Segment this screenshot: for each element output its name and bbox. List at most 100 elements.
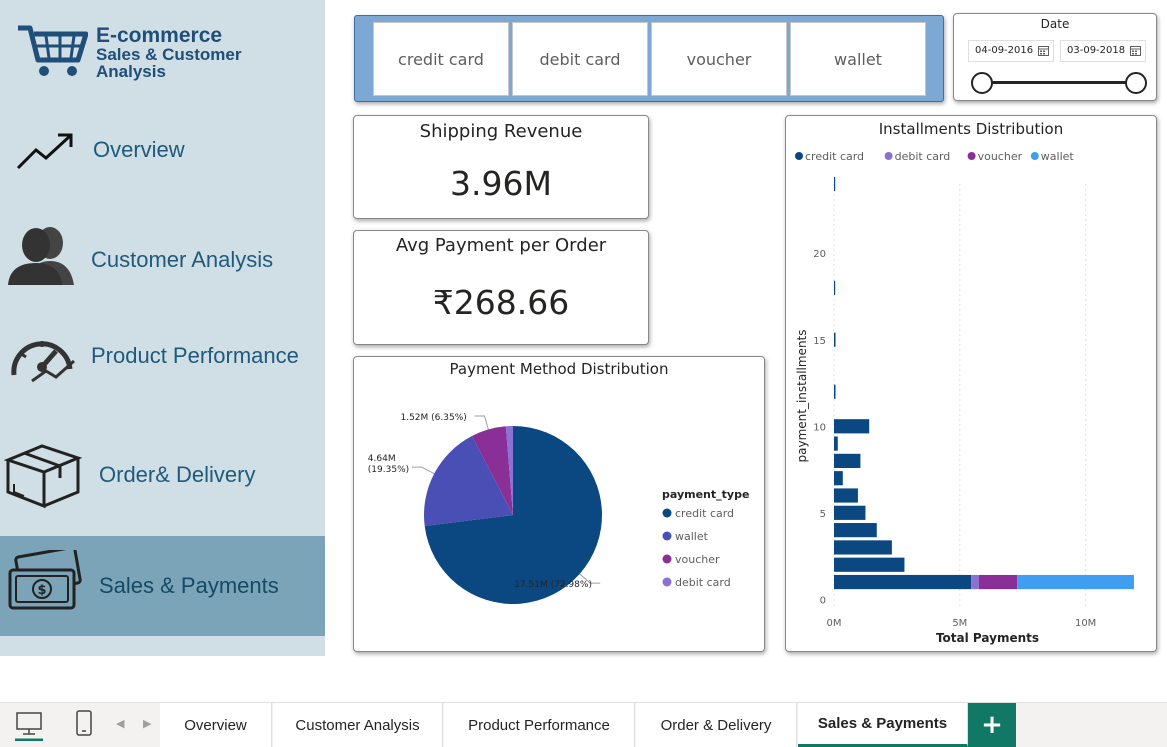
nav-label-sales-payments: Sales & Payments: [99, 573, 279, 598]
bar-credit-card-10[interactable]: [834, 419, 870, 434]
x-tick-label: 0M: [827, 618, 842, 629]
legend-marker-voucher[interactable]: [967, 152, 976, 160]
pie-data-label: 1.52M (6.35%): [400, 413, 466, 423]
legend-marker-credit-card[interactable]: [795, 152, 803, 160]
package-box-icon: [4, 444, 82, 509]
logo-subtitle-2: Analysis: [96, 62, 166, 81]
installments-bar-chart: credit card debit card voucher wallet 0M 5M 10…: [795, 150, 1134, 645]
kpi-value: ₹268.66: [432, 283, 570, 322]
x-tick-label: 10M: [1075, 618, 1096, 629]
bar-credit-card-2[interactable]: [834, 557, 905, 572]
payment-method-pie-card: Payment Method Distribution 17.51M (72.9…: [353, 356, 765, 652]
calendar-icon[interactable]: [1038, 45, 1049, 56]
legend-marker-debit-card[interactable]: [662, 577, 672, 587]
money-icon: $: [8, 550, 82, 610]
start-date-input[interactable]: 04-09-2016: [968, 40, 1054, 62]
slicer-option-debit-card[interactable]: debit card: [512, 22, 648, 96]
scroll-left-icon[interactable]: ◀: [116, 717, 124, 730]
app-logo: E-commerce Sales & Customer Analysis: [14, 18, 314, 88]
kpi-value: 3.96M: [450, 164, 552, 203]
legend-label: credit card: [675, 507, 734, 520]
date-range-slider-track[interactable]: [982, 81, 1136, 84]
bar-credit-card-5[interactable]: [834, 505, 866, 520]
tab-product-performance[interactable]: Product Performance: [444, 703, 635, 747]
logo-subtitle: Sales & Customer: [96, 45, 242, 64]
speedometer-icon: [11, 341, 75, 383]
tab-order-delivery[interactable]: Order & Delivery: [636, 703, 797, 747]
legend-label: debit card: [675, 576, 731, 589]
bar-credit-card-3[interactable]: [834, 540, 892, 555]
chart-title: Installments Distribution: [878, 120, 1064, 138]
bar-credit-card-1[interactable]: [834, 574, 972, 590]
nav-item-product-performance[interactable]: Product Performance: [0, 315, 325, 400]
nav-item-sales-payments[interactable]: $ Sales & Payments: [0, 536, 325, 636]
logo-title: E-commerce: [96, 24, 223, 47]
pie-label-leader: [474, 415, 489, 430]
desktop-view-icon[interactable]: [14, 709, 44, 741]
bar-credit-card-6[interactable]: [834, 488, 858, 503]
legend-title: payment_type: [662, 488, 749, 501]
scroll-right-icon[interactable]: ▶: [143, 717, 151, 730]
legend-label: credit card: [805, 150, 864, 163]
bar-credit-card-18[interactable]: [834, 280, 836, 295]
end-date-input[interactable]: 03-09-2018: [1060, 40, 1146, 62]
nav-label-product-performance: Product Performance: [91, 343, 299, 368]
nav-item-customer-analysis[interactable]: Customer Analysis: [0, 215, 325, 305]
legend-marker-debit-card[interactable]: [884, 152, 893, 160]
bar-voucher-1[interactable]: [978, 574, 1018, 590]
mobile-view-icon[interactable]: [74, 709, 94, 739]
bar-credit-card-24[interactable]: [834, 176, 836, 192]
bar-credit-card-9[interactable]: [834, 436, 838, 451]
legend-label: debit card: [895, 150, 951, 163]
start-date-value: 04-09-2016: [975, 45, 1034, 56]
date-filter: Date 04-09-2016 03-09-2018: [953, 13, 1157, 101]
slicer-option-credit-card[interactable]: credit card: [373, 22, 509, 96]
y-tick-label: 0: [820, 595, 826, 606]
pie-data-label: 17.51M (72.98%): [514, 580, 592, 590]
bar-credit-card-7[interactable]: [834, 471, 843, 486]
y-tick-label: 15: [813, 336, 826, 347]
tab-overview[interactable]: Overview: [160, 703, 272, 747]
nav-label-overview: Overview: [93, 137, 185, 162]
date-slider-end-handle[interactable]: [1125, 72, 1147, 94]
kpi-title: Shipping Revenue: [419, 121, 583, 142]
x-tick-label: 5M: [952, 618, 967, 629]
slicer-option-wallet[interactable]: wallet: [790, 22, 926, 96]
tab-sales-payments[interactable]: Sales & Payments: [798, 703, 968, 747]
shipping-revenue-card: Shipping Revenue 3.96M: [353, 115, 649, 219]
pie-data-label: (19.35%): [368, 465, 409, 475]
add-page-button[interactable]: +: [968, 703, 1016, 747]
legend-label: wallet: [675, 530, 709, 543]
legend-label: wallet: [1041, 150, 1075, 163]
bar-credit-card-8[interactable]: [834, 453, 861, 468]
pie-data-label: 4.64M: [368, 454, 396, 464]
payment-type-slicer: credit card debit card voucher wallet: [354, 15, 944, 102]
page-tab-bar: ◀ ▶ Overview Customer Analysis Product P…: [0, 702, 1167, 747]
x-axis-label: Total Payments: [936, 631, 1039, 645]
legend-label: voucher: [978, 150, 1023, 163]
legend-marker-voucher[interactable]: [662, 554, 672, 564]
bar-debit-card-1[interactable]: [971, 574, 979, 590]
tab-customer-analysis[interactable]: Customer Analysis: [273, 703, 443, 747]
legend-marker-wallet[interactable]: [662, 531, 672, 541]
slicer-option-voucher[interactable]: voucher: [651, 22, 787, 96]
end-date-value: 03-09-2018: [1067, 45, 1126, 56]
trend-arrow-icon: [16, 133, 73, 170]
y-tick-label: 5: [820, 509, 826, 520]
date-slider-start-handle[interactable]: [971, 72, 993, 94]
legend-marker-wallet[interactable]: [1030, 152, 1039, 160]
calendar-icon[interactable]: [1130, 45, 1141, 56]
bar-credit-card-15[interactable]: [834, 332, 836, 347]
y-tick-label: 20: [813, 249, 826, 260]
nav-label-customer-analysis: Customer Analysis: [91, 247, 274, 272]
pie-label-leader: [411, 466, 435, 475]
chart-title: Payment Method Distribution: [449, 360, 669, 378]
nav-item-overview[interactable]: Overview: [0, 112, 325, 192]
nav-item-order-delivery[interactable]: Order& Delivery: [0, 430, 325, 520]
bar-credit-card-4[interactable]: [834, 523, 877, 538]
bar-wallet-1[interactable]: [1017, 574, 1134, 590]
legend-marker-credit-card[interactable]: [662, 508, 672, 518]
bar-credit-card-12[interactable]: [834, 384, 836, 399]
shopping-cart-icon: [18, 25, 88, 76]
payment-method-pie-chart: 17.51M (72.98%) 4.64M(19.35%) 1.52M (6.35%…: [368, 413, 749, 604]
